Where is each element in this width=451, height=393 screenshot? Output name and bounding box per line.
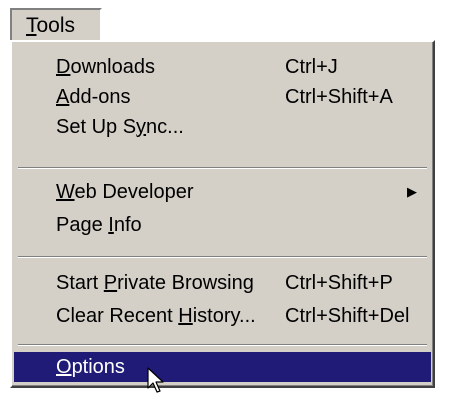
tools-mnemonic: T — [26, 14, 37, 37]
mouse-pointer-icon — [147, 367, 164, 393]
menu-item-label: Start Private Browsing — [56, 272, 254, 294]
menu-item-downloads[interactable]: Downloads Ctrl+J — [14, 52, 431, 82]
submenu-arrow-icon: ▶ — [407, 184, 417, 199]
menu-item-shortcut: Ctrl+Shift+A — [285, 86, 393, 108]
tools-menu-button[interactable]: Tools — [10, 8, 102, 42]
menu-item-label: Downloads — [56, 56, 155, 78]
menu-item-shortcut: Ctrl+J — [285, 56, 338, 78]
menu-separator — [18, 344, 427, 346]
menu-item-set-up-sync[interactable]: Set Up Sync... — [14, 112, 431, 142]
menu-separator — [18, 167, 427, 169]
menu-item-shortcut: Ctrl+Shift+Del — [285, 305, 410, 327]
menu-item-add-ons[interactable]: Add-ons Ctrl+Shift+A — [14, 82, 431, 112]
menu-item-label: Web Developer — [56, 181, 194, 203]
menu-item-label: Clear Recent History... — [56, 305, 256, 327]
menu-item-web-developer[interactable]: Web Developer ▶ — [14, 177, 431, 207]
menu-item-label: Page Info — [56, 214, 142, 236]
menu-item-clear-recent-history[interactable]: Clear Recent History... Ctrl+Shift+Del — [14, 301, 431, 331]
menu-item-page-info[interactable]: Page Info — [14, 210, 431, 240]
menu-item-label: Add-ons — [56, 86, 131, 108]
menu-item-start-private-browsing[interactable]: Start Private Browsing Ctrl+Shift+P — [14, 268, 431, 298]
screen: Tools Downloads Ctrl+J Add-ons Ctrl+Shif… — [0, 0, 451, 393]
tools-menu-label: Tools — [26, 14, 76, 37]
menu-item-label: Set Up Sync... — [56, 116, 184, 138]
menu-separator — [18, 256, 427, 258]
menu-item-shortcut: Ctrl+Shift+P — [285, 272, 393, 294]
menu-item-options[interactable]: Options — [14, 352, 431, 382]
tools-dropdown-menu: Downloads Ctrl+J Add-ons Ctrl+Shift+A Se… — [10, 40, 435, 388]
menu-item-label: Options — [56, 356, 125, 378]
